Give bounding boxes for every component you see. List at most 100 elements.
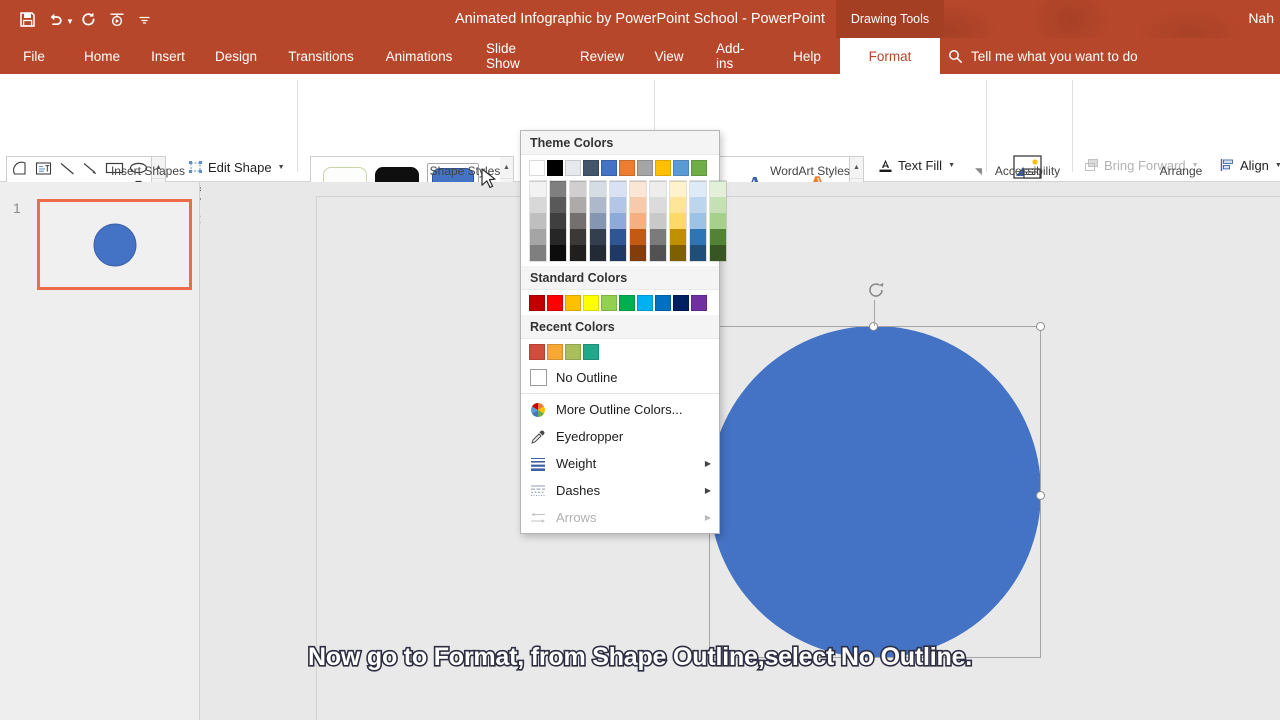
menu-item-more-outline-colors[interactable]: More Outline Colors... bbox=[521, 396, 719, 423]
theme-colors-header: Theme Colors bbox=[521, 131, 719, 155]
theme-color-light-blue[interactable] bbox=[673, 160, 689, 176]
theme-color-green[interactable] bbox=[691, 160, 707, 176]
theme-color-white[interactable] bbox=[529, 160, 545, 176]
tab-insert[interactable]: Insert bbox=[142, 38, 194, 74]
theme-variant-col-gray[interactable] bbox=[649, 180, 667, 262]
menu-item-arrows-label: Arrows bbox=[556, 510, 597, 525]
resize-handle-middle-right[interactable] bbox=[1036, 491, 1045, 500]
recent-color-red[interactable] bbox=[529, 344, 545, 360]
theme-variant-col-blue[interactable] bbox=[609, 180, 627, 262]
theme-variant-col-dark-blue-gray[interactable] bbox=[589, 180, 607, 262]
rotate-handle-stem bbox=[874, 300, 875, 326]
standard-colors-grid[interactable] bbox=[521, 290, 719, 315]
dashes-submenu-arrow-icon[interactable]: ▶ bbox=[705, 486, 711, 495]
contextual-tab-group-label: Drawing Tools bbox=[836, 0, 944, 38]
standard-color-green[interactable] bbox=[619, 295, 635, 311]
rotate-handle-icon[interactable] bbox=[866, 280, 886, 300]
group-separator-3 bbox=[986, 80, 987, 172]
theme-colors-variant-rows[interactable] bbox=[529, 176, 727, 262]
standard-color-blue[interactable] bbox=[655, 295, 671, 311]
tab-design[interactable]: Design bbox=[206, 38, 266, 74]
theme-color-blue[interactable] bbox=[601, 160, 617, 176]
mouse-cursor-icon bbox=[481, 168, 498, 197]
menu-item-dashes[interactable]: Dashes ▶ bbox=[521, 477, 719, 504]
group-separator-1 bbox=[297, 80, 298, 172]
standard-color-yellow[interactable] bbox=[583, 295, 599, 311]
theme-color-black[interactable] bbox=[547, 160, 563, 176]
redo-icon[interactable] bbox=[76, 6, 102, 32]
search-icon bbox=[949, 49, 962, 63]
recent-color-amber[interactable] bbox=[547, 344, 563, 360]
menu-item-no-outline[interactable]: No Outline bbox=[521, 364, 719, 391]
standard-color-light-blue[interactable] bbox=[637, 295, 653, 311]
tab-help[interactable]: Help bbox=[782, 38, 832, 74]
arrows-submenu-arrow-icon: ▶ bbox=[704, 513, 711, 522]
group-label-accessibility: Accessibility bbox=[994, 164, 1061, 178]
save-icon[interactable] bbox=[14, 6, 40, 32]
shape-outline-dropdown-menu[interactable]: Theme Colors Standard Colors Recent Colo… bbox=[520, 130, 727, 534]
menu-item-no-outline-label: No Outline bbox=[556, 370, 618, 385]
tab-review[interactable]: Review bbox=[570, 38, 634, 74]
tab-home[interactable]: Home bbox=[74, 38, 130, 74]
theme-color-dark-blue-gray[interactable] bbox=[583, 160, 599, 176]
tab-view[interactable]: View bbox=[644, 38, 694, 74]
theme-variant-col-black[interactable] bbox=[549, 180, 567, 262]
recent-colors-header: Recent Colors bbox=[521, 315, 719, 339]
tab-add-ins[interactable]: Add-ins bbox=[704, 38, 772, 74]
eyedropper-icon bbox=[529, 428, 547, 446]
menu-item-dashes-label: Dashes bbox=[556, 483, 601, 498]
window-title: Animated Infographic by PowerPoint Schoo… bbox=[455, 11, 825, 27]
recent-colors-grid[interactable] bbox=[521, 339, 719, 364]
standard-color-purple[interactable] bbox=[691, 295, 707, 311]
theme-variant-col-green[interactable] bbox=[709, 180, 727, 262]
undo-dropdown-caret-icon[interactable]: ▼ bbox=[66, 17, 74, 26]
group-label-arrange: Arrange bbox=[1159, 164, 1203, 178]
standard-color-dark-red[interactable] bbox=[529, 295, 545, 311]
standard-color-red[interactable] bbox=[547, 295, 563, 311]
menu-item-weight-label: Weight bbox=[556, 456, 597, 471]
standard-colors-header: Standard Colors bbox=[521, 266, 719, 290]
theme-colors-base-row[interactable] bbox=[529, 160, 719, 176]
group-separator-4 bbox=[1072, 80, 1073, 172]
slide-thumbnail-1[interactable] bbox=[37, 199, 192, 290]
customize-qat-icon[interactable] bbox=[132, 6, 158, 32]
menu-item-weight[interactable]: Weight ▶ bbox=[521, 450, 719, 477]
resize-handle-top-right[interactable] bbox=[1036, 322, 1045, 331]
tab-animations[interactable]: Animations bbox=[374, 38, 464, 74]
theme-color-orange[interactable] bbox=[619, 160, 635, 176]
tell-me-search[interactable]: Tell me what you want to do bbox=[948, 38, 1138, 74]
start-presentation-icon[interactable] bbox=[104, 6, 130, 32]
standard-color-light-green[interactable] bbox=[601, 295, 617, 311]
menu-item-eyedropper[interactable]: Eyedropper bbox=[521, 423, 719, 450]
theme-variant-col-light-gray[interactable] bbox=[569, 180, 587, 262]
more-colors-wheel-icon bbox=[529, 401, 547, 419]
theme-variant-col-gold[interactable] bbox=[669, 180, 687, 262]
wordart-dialog-launcher-icon[interactable]: ◥ bbox=[975, 166, 982, 177]
theme-variant-col-white[interactable] bbox=[529, 180, 547, 262]
tab-file[interactable]: File bbox=[14, 38, 54, 74]
tab-transitions[interactable]: Transitions bbox=[278, 38, 364, 74]
group-label-insert-shapes: Insert Shapes bbox=[110, 164, 186, 178]
recent-color-yellow-green[interactable] bbox=[565, 344, 581, 360]
menu-item-arrows: Arrows ▶ bbox=[521, 504, 719, 531]
thumbnail-circle-shape bbox=[93, 223, 136, 266]
standard-color-orange[interactable] bbox=[565, 295, 581, 311]
dashes-icon bbox=[529, 482, 547, 500]
undo-icon[interactable] bbox=[42, 6, 68, 32]
quick-access-toolbar: ▼ bbox=[14, 6, 158, 32]
theme-colors-grid[interactable] bbox=[521, 155, 727, 266]
recent-color-teal[interactable] bbox=[583, 344, 599, 360]
weight-submenu-arrow-icon[interactable]: ▶ bbox=[705, 459, 711, 468]
theme-color-light-gray[interactable] bbox=[565, 160, 581, 176]
theme-variant-col-orange[interactable] bbox=[629, 180, 647, 262]
tab-format[interactable]: Format bbox=[840, 38, 940, 74]
theme-color-gray[interactable] bbox=[637, 160, 653, 176]
theme-color-gold[interactable] bbox=[655, 160, 671, 176]
theme-variant-col-light-blue[interactable] bbox=[689, 180, 707, 262]
account-name[interactable]: Nah bbox=[1248, 10, 1274, 26]
arrows-icon bbox=[529, 509, 547, 527]
slide-number-1: 1 bbox=[13, 200, 21, 216]
tab-slide-show[interactable]: Slide Show bbox=[474, 38, 560, 74]
standard-color-dark-blue[interactable] bbox=[673, 295, 689, 311]
shape-selection-box bbox=[709, 326, 1041, 658]
